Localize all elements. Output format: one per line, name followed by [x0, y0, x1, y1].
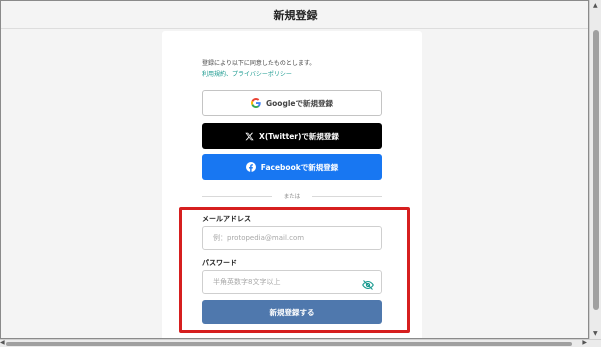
x-signup-button[interactable]: X(Twitter)で新規登録 — [202, 123, 382, 149]
x-signup-label: X(Twitter)で新規登録 — [259, 131, 339, 141]
terms-text: 登録により以下に同意したものとします。 — [202, 60, 316, 67]
eye-slash-icon[interactable] — [362, 276, 374, 290]
page-title: 新規登録 — [273, 9, 318, 22]
x-logo-icon — [245, 132, 254, 141]
header-divider — [1, 28, 588, 29]
privacy-policy-link[interactable]: プライバシーポリシー — [232, 71, 292, 78]
facebook-icon — [245, 162, 256, 172]
terms-of-service-link[interactable]: 利用規約 — [202, 71, 226, 78]
scroll-down-icon[interactable]: ▼ — [593, 330, 598, 337]
vertical-scrollbar[interactable]: ▲ ▼ — [589, 0, 601, 339]
divider-line-right — [312, 196, 382, 197]
email-label: メールアドレス — [202, 215, 251, 223]
facebook-signup-button[interactable]: Facebookで新規登録 — [202, 154, 382, 180]
google-icon — [251, 98, 261, 108]
scroll-right-icon[interactable]: ▶ — [582, 339, 587, 346]
facebook-signup-label: Facebookで新規登録 — [260, 162, 339, 172]
signup-card: 登録により以下に同意したものとします。 利用規約、プライバシーポリシー Goog… — [162, 31, 422, 338]
vertical-scroll-thumb[interactable] — [593, 30, 599, 310]
password-input[interactable] — [202, 270, 382, 294]
google-signup-button[interactable]: Googleで新規登録 — [202, 90, 382, 116]
terms-links: 利用規約、プライバシーポリシー — [202, 69, 292, 78]
password-label: パスワード — [202, 259, 237, 267]
scroll-left-icon[interactable]: ◀ — [0, 339, 5, 346]
email-input[interactable] — [202, 226, 382, 250]
divider-or-text: または — [283, 194, 301, 200]
signup-submit-button[interactable]: 新規登録する — [202, 300, 382, 324]
google-signup-label: Googleで新規登録 — [266, 98, 333, 108]
scroll-up-icon[interactable]: ▲ — [593, 2, 598, 9]
horizontal-scrollbar[interactable]: ◀ ▶ — [0, 339, 601, 347]
browser-viewport: 新規登録 登録により以下に同意したものとします。 利用規約、プライバシーポリシー… — [0, 0, 589, 339]
horizontal-scroll-thumb[interactable] — [6, 342, 572, 346]
